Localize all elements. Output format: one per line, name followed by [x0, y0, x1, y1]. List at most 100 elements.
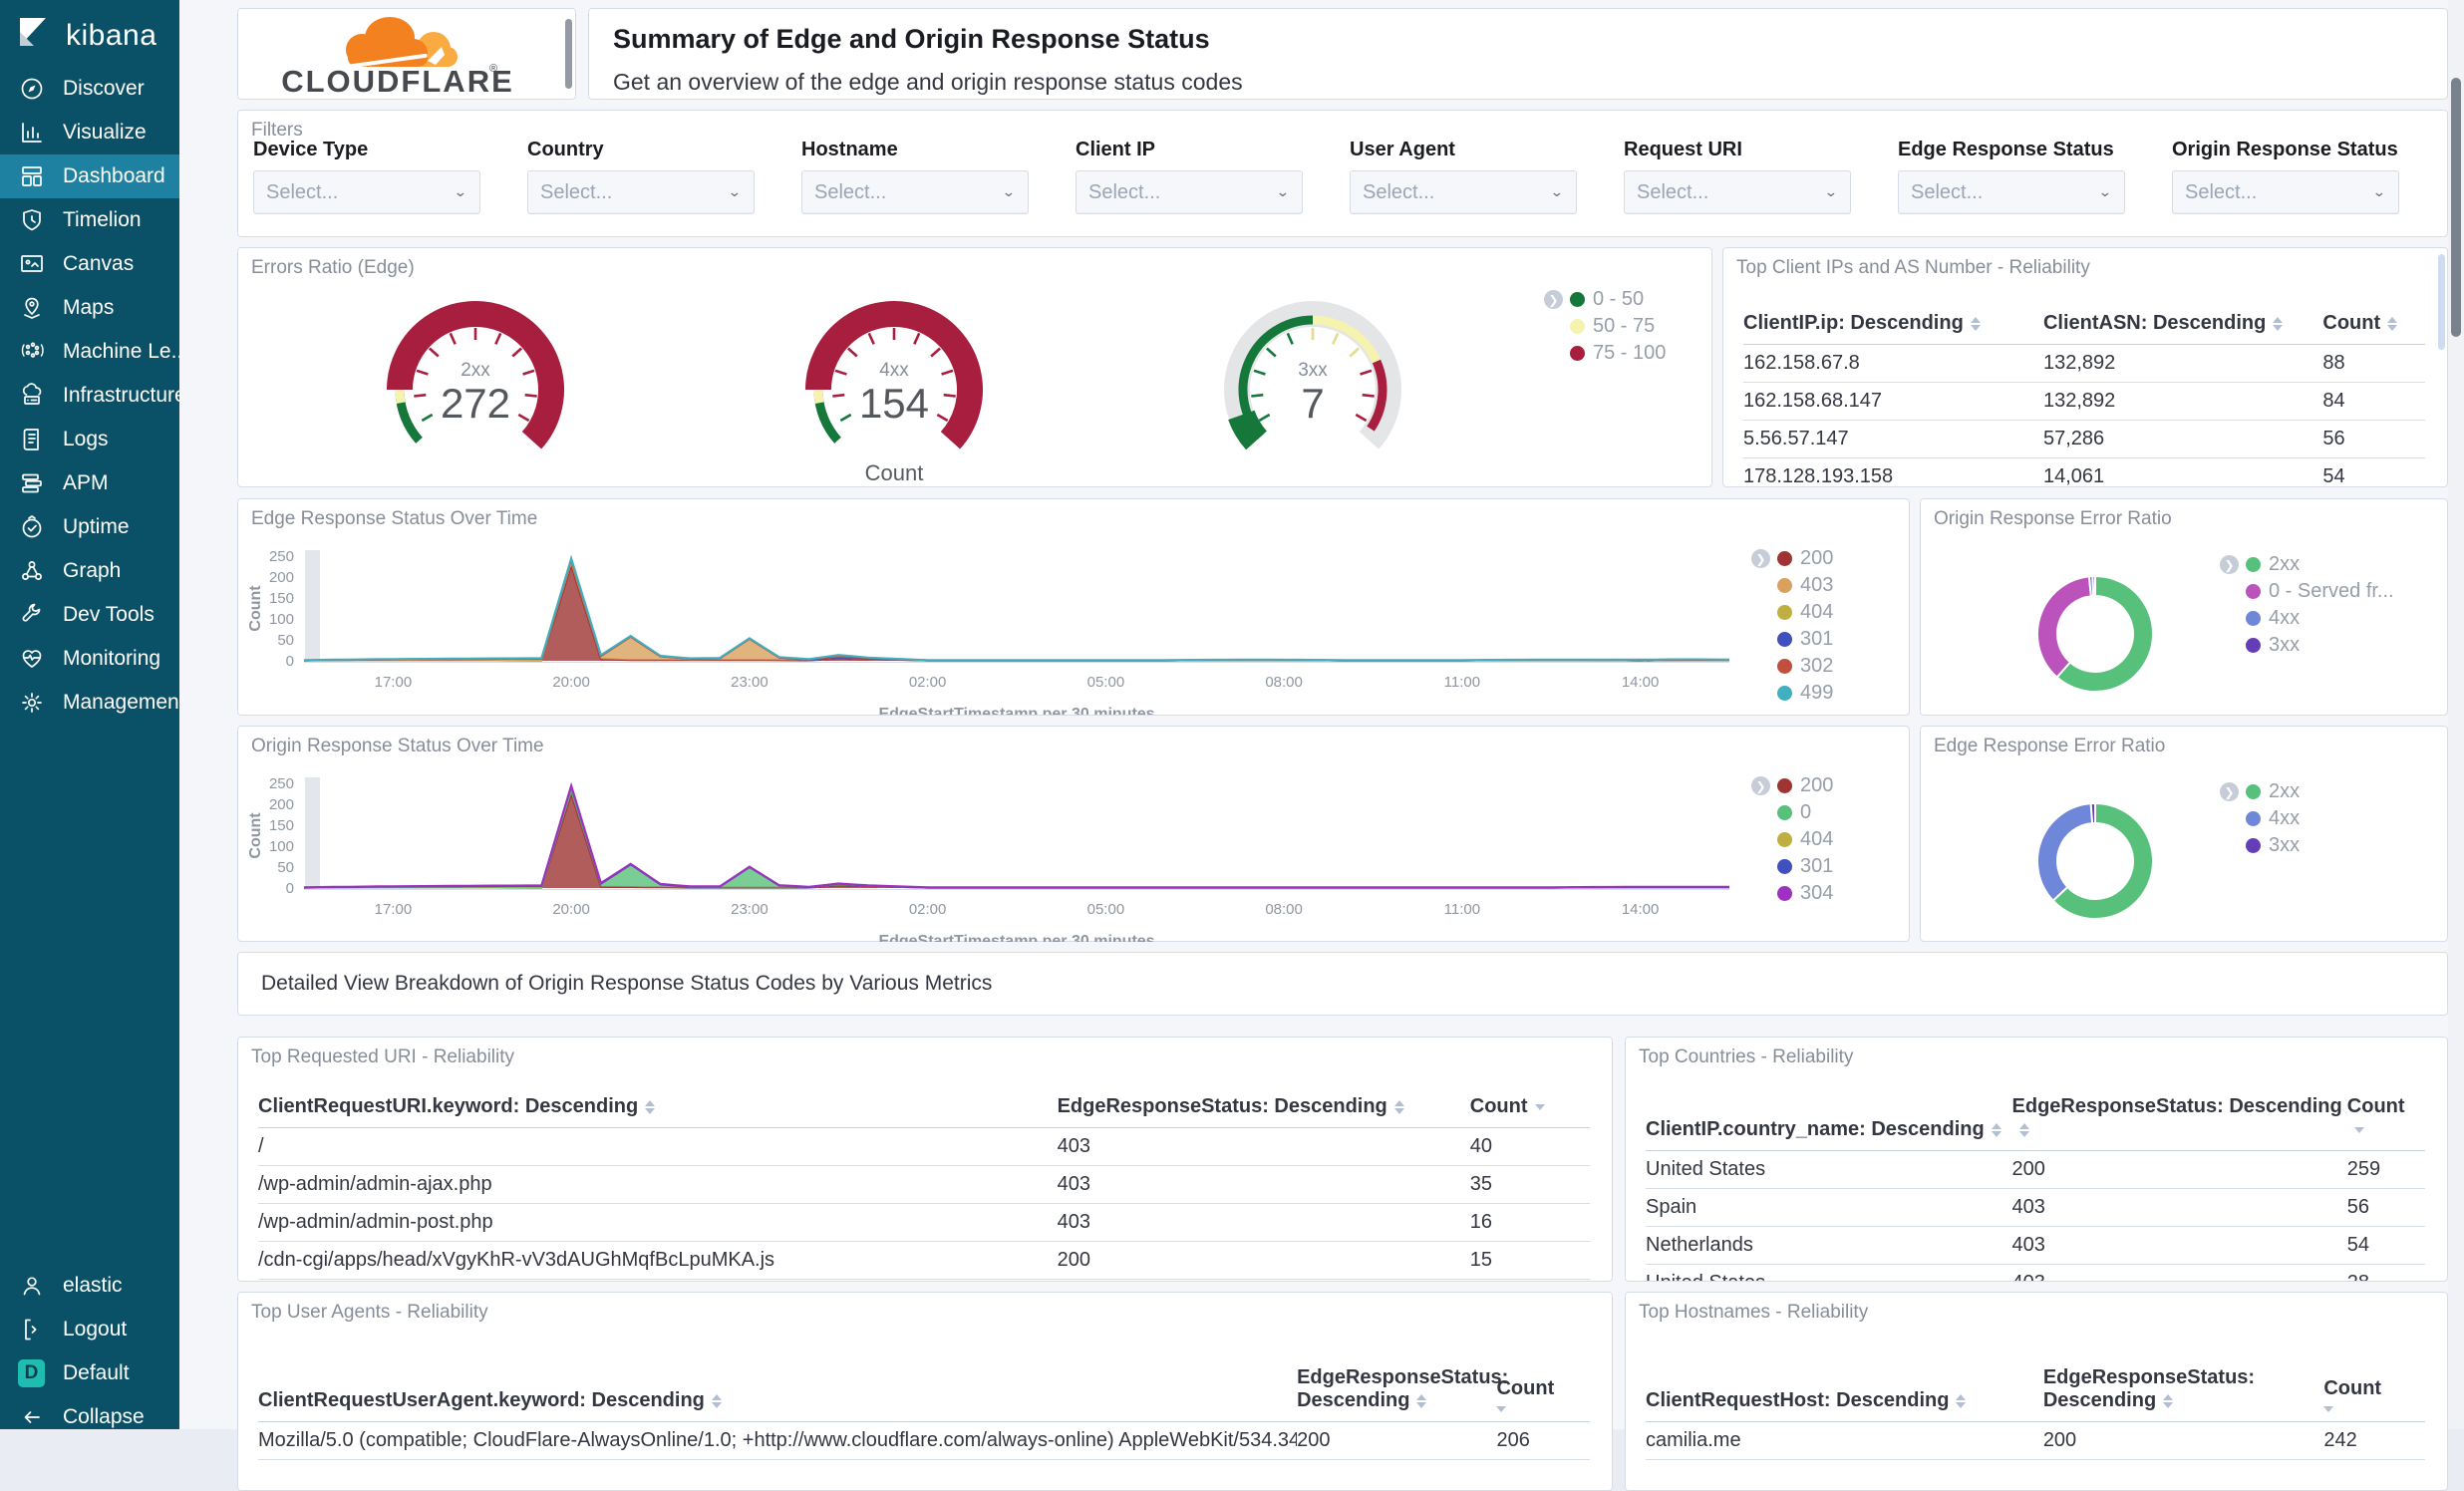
page-scrollbar-track[interactable] — [2448, 0, 2464, 1429]
sort-icon[interactable] — [2163, 1393, 2174, 1408]
sidebar-item-monitoring[interactable]: Monitoring — [0, 637, 179, 681]
sort-icon[interactable] — [2018, 1122, 2029, 1137]
sidebar-item-logs[interactable]: Logs — [0, 418, 179, 461]
legend-expand-icon[interactable]: ❯ — [1751, 776, 1770, 795]
sort-icon[interactable] — [1393, 1099, 1404, 1114]
table-row[interactable]: 162.158.68.147 132,892 84 — [1743, 382, 2425, 421]
sidebar-item-infrastructure[interactable]: Infrastructure — [0, 374, 186, 418]
sidebar-footer-elastic[interactable]: elastic — [0, 1264, 179, 1308]
sort-desc-icon[interactable] — [2323, 1406, 2421, 1412]
filter-select-request-uri[interactable]: Select... ⌄ — [1624, 170, 1851, 214]
legend-item-200[interactable]: ❯ 200 — [1751, 772, 1833, 799]
filter-select-edge-response-status[interactable]: Select... ⌄ — [1898, 170, 2125, 214]
legend-item-2xx[interactable]: ❯ 2xx — [2220, 778, 2300, 805]
sort-desc-icon[interactable] — [1534, 1103, 1545, 1110]
column-header[interactable]: EdgeResponseStatus: Descending — [2042, 1360, 2324, 1422]
sort-desc-icon[interactable] — [1496, 1406, 1586, 1412]
edge-status-area-chart[interactable]: 0 50 100 150 200 250 Count 17:00 20:00 23:00 02:00… — [238, 499, 1909, 723]
legend-item-0-served-fr[interactable]: ❯0 - Served fr... — [2220, 578, 2394, 605]
table-row[interactable]: United States 200 259 — [1646, 1150, 2425, 1189]
legend-item-0-50[interactable]: ❯ 0 - 50 — [1544, 286, 1666, 313]
sort-icon[interactable] — [645, 1099, 656, 1114]
sort-icon[interactable] — [1416, 1393, 1427, 1408]
legend-item-301[interactable]: ❯301 — [1751, 853, 1833, 880]
kibana-logo-row[interactable]: kibana — [0, 0, 179, 67]
column-header[interactable]: EdgeResponseStatus: Descending — [2011, 1089, 2347, 1151]
table-scrollbar[interactable] — [2438, 254, 2445, 350]
legend-item-302[interactable]: ❯302 — [1751, 653, 1833, 680]
page-scrollbar-thumb[interactable] — [2451, 78, 2461, 337]
table-row[interactable]: /cdn-cgi/apps/head/xVgyKhR-vV3dAUGhMqfBc… — [258, 1241, 1590, 1280]
column-header[interactable]: ClientRequestURI.keyword: Descending — [258, 1089, 1058, 1128]
filter-select-origin-response-status[interactable]: Select... ⌄ — [2172, 170, 2399, 214]
column-header[interactable]: EdgeResponseStatus: Descending — [1297, 1360, 1508, 1422]
filter-select-client-ip[interactable]: Select... ⌄ — [1076, 170, 1303, 214]
legend-item-301[interactable]: ❯301 — [1751, 626, 1833, 653]
table-row[interactable]: camilia.me 200 242 — [1646, 1421, 2425, 1460]
column-header[interactable]: ClientIP.country_name: Descending — [1646, 1089, 2012, 1151]
legend-expand-icon[interactable]: ❯ — [1544, 290, 1563, 309]
column-header[interactable]: Count — [2322, 306, 2425, 345]
column-header[interactable]: Count — [2346, 1089, 2425, 1151]
gauge-2xx[interactable]: 2xx 272 — [356, 278, 595, 464]
sidebar-item-uptime[interactable]: Uptime — [0, 505, 179, 549]
legend-item-404[interactable]: ❯404 — [1751, 826, 1833, 853]
column-header[interactable]: Count — [1496, 1360, 1590, 1422]
sidebar-item-management[interactable]: Management — [0, 681, 185, 725]
filter-select-hostname[interactable]: Select... ⌄ — [801, 170, 1029, 214]
table-row[interactable]: 162.158.67.8 132,892 88 — [1743, 344, 2425, 383]
legend-expand-icon[interactable]: ❯ — [2220, 555, 2239, 574]
legend-item-403[interactable]: ❯403 — [1751, 572, 1833, 599]
column-header[interactable]: ClientRequestHost: Descending — [1646, 1360, 2043, 1422]
column-header[interactable]: ClientRequestUserAgent.keyword: Descendi… — [258, 1360, 1298, 1422]
gauge-4xx[interactable]: 4xx 154 Count — [774, 278, 1014, 486]
sort-icon[interactable] — [2387, 316, 2398, 331]
legend-item-404[interactable]: ❯404 — [1751, 599, 1833, 626]
sort-icon[interactable] — [2273, 316, 2284, 331]
origin-status-area-chart[interactable]: 0 50 100 150 200 250 Count 17:00 20:00 23:00 02:00… — [238, 727, 1909, 950]
legend-item-499[interactable]: ❯499 — [1751, 680, 1833, 707]
origin-error-donut[interactable] — [2015, 554, 2175, 714]
legend-item-75-100[interactable]: ❯75 - 100 — [1544, 340, 1666, 367]
sidebar-item-apm[interactable]: APM — [0, 461, 179, 505]
sort-desc-icon[interactable] — [2353, 1126, 2364, 1133]
logo-panel-scrollbar[interactable] — [565, 19, 572, 89]
sidebar-footer-default[interactable]: D Default — [0, 1351, 179, 1395]
legend-item-4xx[interactable]: ❯4xx — [2220, 805, 2300, 832]
sort-icon[interactable] — [1970, 316, 1981, 331]
filter-select-device-type[interactable]: Select... ⌄ — [253, 170, 480, 214]
legend-item-0[interactable]: ❯0 — [1751, 799, 1833, 826]
sort-icon[interactable] — [1991, 1122, 2002, 1137]
column-header[interactable]: Count — [2323, 1360, 2425, 1422]
sidebar-item-discover[interactable]: Discover — [0, 67, 179, 111]
table-row[interactable]: 178.128.193.158 14,061 54 — [1743, 457, 2425, 486]
legend-item-3xx[interactable]: ❯3xx — [2220, 632, 2394, 659]
sidebar-item-visualize[interactable]: Visualize — [0, 111, 179, 154]
table-row[interactable]: 5.56.57.147 57,286 56 — [1743, 420, 2425, 458]
sidebar-item-maps[interactable]: Maps — [0, 286, 179, 330]
sidebar-item-canvas[interactable]: Canvas — [0, 242, 179, 286]
table-row[interactable]: /wp-admin/admin-ajax.php 403 35 — [258, 1165, 1590, 1204]
legend-item-50-75[interactable]: ❯50 - 75 — [1544, 313, 1666, 340]
legend-item-304[interactable]: ❯304 — [1751, 880, 1833, 907]
sidebar-item-machine-le[interactable]: Machine Le... — [0, 330, 188, 374]
filter-select-user-agent[interactable]: Select... ⌄ — [1350, 170, 1577, 214]
legend-expand-icon[interactable]: ❯ — [1751, 549, 1770, 568]
table-row[interactable]: /wp-admin/admin-post.php 403 16 — [258, 1203, 1590, 1242]
table-row[interactable]: /403 40 — [258, 1127, 1590, 1166]
column-header[interactable]: EdgeResponseStatus: Descending — [1057, 1089, 1470, 1128]
table-row[interactable]: Mozilla/5.0 (compatible; CloudFlare-Alwa… — [258, 1421, 1590, 1460]
sidebar-footer-collapse[interactable]: Collapse — [0, 1395, 179, 1439]
legend-item-4xx[interactable]: ❯4xx — [2220, 605, 2394, 632]
table-row[interactable]: United States40328 — [1646, 1264, 2425, 1281]
table-row[interactable]: Spain 403 56 — [1646, 1188, 2425, 1227]
sidebar-item-dev-tools[interactable]: Dev Tools — [0, 593, 179, 637]
legend-item-3xx[interactable]: ❯3xx — [2220, 832, 2300, 859]
legend-item-200[interactable]: ❯ 200 — [1751, 545, 1833, 572]
table-row[interactable]: Netherlands 403 54 — [1646, 1226, 2425, 1265]
sidebar-item-graph[interactable]: Graph — [0, 549, 179, 593]
filter-select-country[interactable]: Select... ⌄ — [527, 170, 755, 214]
gauge-3xx[interactable]: 3xx 7 — [1193, 278, 1432, 464]
edge-error-donut[interactable] — [2015, 781, 2175, 941]
sort-icon[interactable] — [711, 1393, 722, 1408]
